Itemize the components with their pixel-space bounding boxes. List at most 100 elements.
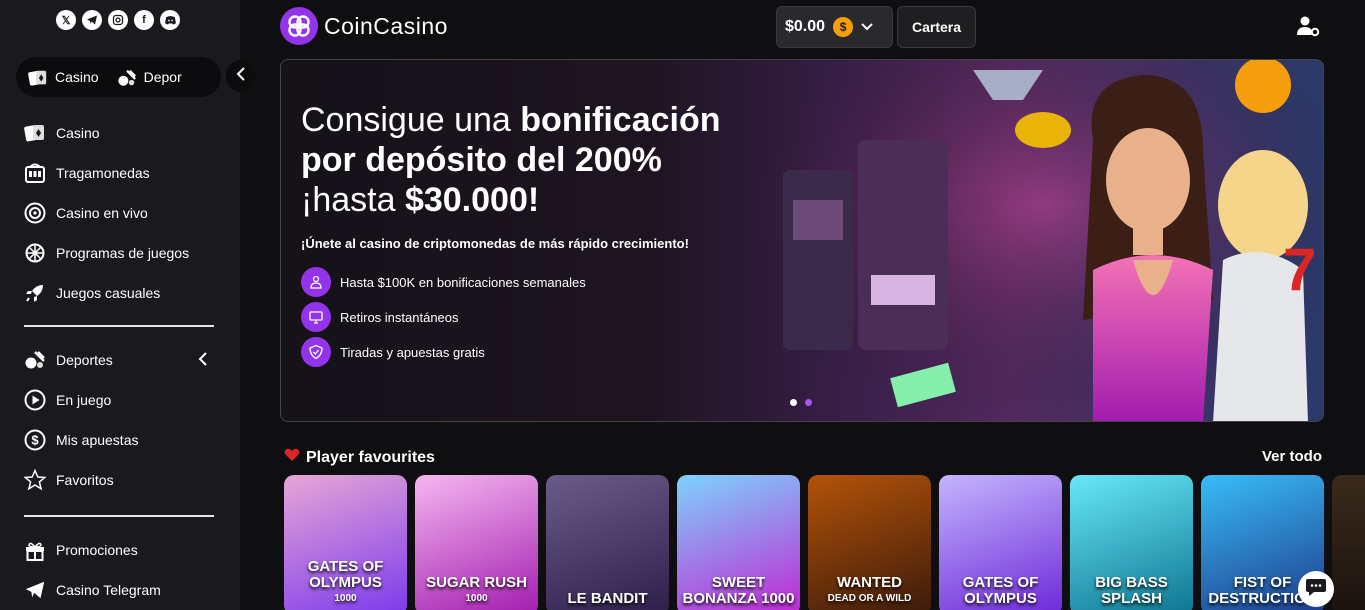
banner-title-part2: ¡hasta <box>301 181 405 219</box>
see-all-link[interactable]: Ver todo <box>1262 448 1322 465</box>
logo-icon <box>280 7 318 45</box>
nav-favourites-label: Favoritos <box>56 472 114 488</box>
chat-button[interactable] <box>1298 571 1334 607</box>
currency-coin-icon: $ <box>833 17 854 37</box>
banner-feature: Hasta $100K en bonificaciones semanales <box>301 267 586 297</box>
game-tiles: Gates of Olympus 1000 Sugar Rush 1000 Le B… <box>284 475 1365 610</box>
nav-casual-games[interactable]: Juegos casuales <box>24 273 214 313</box>
nav-sports[interactable]: Deportes <box>24 340 214 380</box>
banner-feature: Tiradas y apuestas gratis <box>301 337 485 367</box>
banner-feature: Retiros instantáneos <box>301 302 459 332</box>
carousel-dot-active[interactable] <box>805 399 812 406</box>
game-tile-name: Le Bandit <box>567 590 648 607</box>
nav-casino[interactable]: Casino <box>24 113 214 153</box>
nav-casual-games-label: Juegos casuales <box>56 285 161 301</box>
monitor-icon <box>301 302 331 332</box>
game-tile-name: Gates of Olympus <box>962 574 1039 607</box>
game-tile[interactable]: Sweet Bonanza 1000 <box>677 475 800 610</box>
chevron-left-icon[interactable] <box>198 352 208 369</box>
banner-title-part1: Consigue una <box>301 101 521 139</box>
gift-icon <box>24 539 46 561</box>
nav-in-play[interactable]: En juego <box>24 380 214 420</box>
balance-value: $0.00 <box>785 18 826 35</box>
favourites-header: Player favourites <box>284 448 435 467</box>
chevron-left-icon <box>236 66 246 86</box>
game-tile[interactable]: Le Bandit <box>546 475 669 610</box>
chevron-down-icon <box>861 18 873 36</box>
game-tile-partial[interactable] <box>1332 475 1365 610</box>
cards-icon <box>24 122 46 144</box>
switch-casino-label: Casino <box>55 69 99 85</box>
banner-feature-text: Hasta $100K en bonificaciones semanales <box>340 274 586 290</box>
nav-live-casino[interactable]: Casino en vivo <box>24 193 214 233</box>
game-tile-sub: 1000 <box>334 593 357 604</box>
game-tile[interactable]: Gates of Olympus 1000 <box>284 475 407 610</box>
sports-icon <box>24 349 46 371</box>
star-icon <box>24 469 46 491</box>
nav-casino-label: Casino <box>56 125 100 141</box>
sidebar: 𝕏 f Casino Depor Casino Tragamonedas Cas… <box>0 0 240 610</box>
game-tile-name: Sugar Rush <box>426 574 527 591</box>
game-tile[interactable]: Big Bass Splash <box>1070 475 1193 610</box>
section-switcher: Casino Depor <box>16 57 221 97</box>
rocket-icon <box>24 282 46 304</box>
sidebar-divider <box>24 515 214 517</box>
nav-live-casino-label: Casino en vivo <box>56 205 148 221</box>
nav-game-shows[interactable]: Programas de juegos <box>24 233 214 273</box>
sports-nav: Deportes En juego $ Mis apuestas Favorit… <box>24 340 214 500</box>
carousel-dot[interactable] <box>790 399 797 406</box>
switch-casino[interactable]: Casino <box>28 68 99 86</box>
people-icon <box>301 267 331 297</box>
favourites-title: Player favourites <box>306 448 435 466</box>
svg-text:$: $ <box>31 433 39 448</box>
promo-banner[interactable]: 7 Consigue una bonificación por depósito… <box>280 59 1324 422</box>
game-tile-sub: 1000 <box>465 593 488 604</box>
wallet-button[interactable]: Cartera <box>897 6 976 48</box>
game-tile[interactable]: Wanted Dead or a Wild <box>808 475 931 610</box>
banner-feature-text: Tiradas y apuestas gratis <box>340 344 485 360</box>
banner-title-bold2: $30.000! <box>404 181 540 219</box>
nav-favourites[interactable]: Favoritos <box>24 460 214 500</box>
game-tile-name: Big Bass Splash <box>1095 574 1168 607</box>
heart-icon <box>284 448 300 467</box>
collapse-sidebar-button[interactable] <box>226 60 256 92</box>
sports-icon <box>117 68 137 86</box>
instagram-icon[interactable] <box>108 10 128 30</box>
nav-promotions[interactable]: Promociones <box>24 530 214 570</box>
sidebar-divider <box>24 325 214 327</box>
facebook-icon[interactable]: f <box>134 10 154 30</box>
telegram-icon <box>24 579 46 601</box>
social-links: 𝕏 f <box>56 10 180 30</box>
game-tile-name: Sweet Bonanza 1000 <box>682 574 795 607</box>
game-tile-name: Gates of Olympus <box>307 558 384 591</box>
wheel-icon <box>24 242 46 264</box>
game-tile[interactable]: Sugar Rush 1000 <box>415 475 538 610</box>
nav-game-shows-label: Programas de juegos <box>56 245 190 261</box>
nav-my-bets[interactable]: $ Mis apuestas <box>24 420 214 460</box>
roulette-icon <box>24 202 46 224</box>
play-icon <box>24 389 46 411</box>
user-settings-icon[interactable] <box>1296 14 1320 38</box>
nav-sports-label: Deportes <box>56 352 113 368</box>
switch-sports[interactable]: Depor <box>117 68 182 86</box>
dollar-coin-icon: $ <box>24 429 46 451</box>
nav-slots[interactable]: Tragamonedas <box>24 153 214 193</box>
slot-machine-icon <box>24 162 46 184</box>
nav-slots-label: Tragamonedas <box>56 165 150 181</box>
casino-nav: Casino Tragamonedas Casino en vivo Progr… <box>24 113 214 313</box>
game-tile-sub: Dead or a Wild <box>827 593 912 604</box>
nav-telegram-casino-label: Casino Telegram <box>56 582 161 598</box>
discord-icon[interactable] <box>160 10 180 30</box>
game-tile[interactable]: Gates of Olympus <box>939 475 1062 610</box>
telegram-icon[interactable] <box>82 10 102 30</box>
switch-sports-label: Depor <box>143 69 182 85</box>
logo[interactable]: CoinCasino <box>280 7 448 45</box>
nav-my-bets-label: Mis apuestas <box>56 432 139 448</box>
nav-promotions-label: Promociones <box>56 542 138 558</box>
x-icon[interactable]: 𝕏 <box>56 10 76 30</box>
nav-telegram-casino[interactable]: Casino Telegram <box>24 570 214 610</box>
banner-feature-text: Retiros instantáneos <box>340 309 459 325</box>
cards-icon <box>28 68 48 86</box>
game-tile-name: Wanted <box>837 574 902 591</box>
balance-dropdown[interactable]: $0.00 $ <box>776 6 893 48</box>
